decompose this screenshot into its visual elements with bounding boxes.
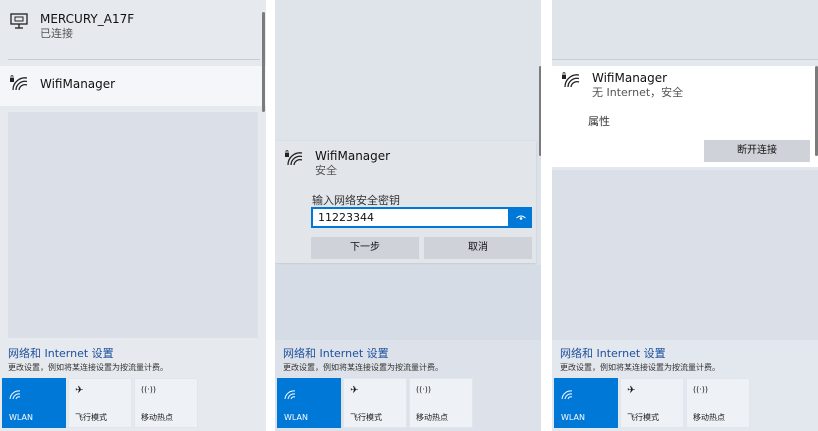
wifi-icon: [9, 385, 21, 404]
network-name: WifiManager: [40, 77, 116, 91]
tile-label: WLAN: [9, 413, 34, 422]
wifi-icon: [284, 385, 296, 404]
network-flyout-1: MERCURY_A17F 已连接 WifiManager 网络和 Interne…: [0, 0, 266, 431]
quick-action-tiles: WLAN ✈ 飞行模式 ((·)) 移动热点: [554, 378, 750, 428]
tile-airplane-mode[interactable]: ✈ 飞行模式: [68, 378, 132, 428]
tile-mobile-hotspot[interactable]: ((·)) 移动热点: [686, 378, 750, 428]
tile-label: WLAN: [284, 413, 309, 422]
network-name: WifiManager: [592, 71, 668, 85]
network-status: 已连接: [40, 27, 73, 40]
scrollbar[interactable]: [262, 12, 265, 112]
show-password-icon[interactable]: [510, 207, 532, 228]
tile-wlan[interactable]: WLAN: [554, 378, 618, 428]
tile-airplane-mode[interactable]: ✈ 飞行模式: [343, 378, 407, 428]
hotspot-icon: ((·)): [141, 385, 157, 394]
airplane-icon: ✈: [627, 385, 636, 396]
settings-title[interactable]: 网络和 Internet 设置: [560, 347, 810, 360]
tile-label: WLAN: [561, 413, 586, 422]
blurred-background: [275, 0, 541, 140]
network-flyout-3: WifiManager 无 Internet，安全 属性 断开连接 网络和 In…: [552, 0, 818, 431]
blurred-background: [275, 265, 541, 340]
network-name: WifiManager: [315, 149, 391, 163]
divider: [541, 0, 552, 431]
secured-wifi-icon: [8, 74, 30, 92]
network-item-wifimanager: WifiManager 安全: [275, 149, 536, 178]
next-button[interactable]: 下一步: [311, 237, 419, 259]
tile-airplane-mode[interactable]: ✈ 飞行模式: [620, 378, 684, 428]
tile-label: 移动热点: [693, 413, 725, 422]
network-flyout-2: WifiManager 安全 输入网络安全密钥 下一步 取消 网络和 Inter…: [275, 0, 541, 431]
tile-label: 移动热点: [416, 413, 448, 422]
tile-label: 飞行模式: [350, 413, 382, 422]
network-name: MERCURY_A17F: [40, 12, 135, 26]
tile-mobile-hotspot[interactable]: ((·)) 移动热点: [134, 378, 198, 428]
blurred-background: [552, 0, 818, 60]
wifi-icon: [561, 385, 573, 404]
airplane-icon: ✈: [75, 385, 84, 396]
hotspot-icon: ((·)): [416, 385, 432, 394]
tile-wlan[interactable]: WLAN: [277, 378, 341, 428]
settings-description: 更改设置，例如将某连接设置为按流量计费。: [283, 363, 443, 372]
secured-wifi-icon: [560, 71, 582, 89]
divider: [552, 59, 818, 60]
disconnect-button[interactable]: 断开连接: [704, 140, 810, 162]
airplane-icon: ✈: [350, 385, 359, 396]
quick-action-tiles: WLAN ✈ 飞行模式 ((·)) 移动热点: [277, 378, 473, 428]
password-input[interactable]: [311, 207, 510, 228]
network-item-wifimanager: WifiManager 无 Internet，安全: [552, 71, 818, 100]
blurred-background: [8, 112, 258, 338]
hotspot-icon: ((·)): [693, 385, 709, 394]
network-item-mercury[interactable]: MERCURY_A17F 已连接: [0, 12, 266, 58]
network-settings-link[interactable]: 网络和 Internet 设置 更改设置，例如将某连接设置为按流量计费。: [283, 347, 533, 373]
tile-label: 飞行模式: [75, 413, 107, 422]
quick-action-tiles: WLAN ✈ 飞行模式 ((·)) 移动热点: [2, 378, 198, 428]
network-status: 安全: [315, 164, 337, 177]
divider: [266, 0, 275, 431]
tile-mobile-hotspot[interactable]: ((·)) 移动热点: [409, 378, 473, 428]
properties-link[interactable]: 属性: [588, 113, 610, 129]
network-status: 无 Internet，安全: [592, 86, 684, 99]
network-settings-link[interactable]: 网络和 Internet 设置 更改设置，例如将某连接设置为按流量计费。: [8, 347, 258, 373]
settings-title[interactable]: 网络和 Internet 设置: [283, 347, 533, 360]
tile-label: 飞行模式: [627, 413, 659, 422]
tile-label: 移动热点: [141, 413, 173, 422]
tile-wlan[interactable]: WLAN: [2, 378, 66, 428]
settings-title[interactable]: 网络和 Internet 设置: [8, 347, 258, 360]
connected-network-card[interactable]: WifiManager 无 Internet，安全 属性 断开连接: [552, 66, 818, 167]
divider: [8, 59, 260, 60]
secured-wifi-icon: [283, 149, 305, 167]
cancel-button[interactable]: 取消: [424, 237, 532, 259]
network-item-wifimanager[interactable]: WifiManager: [0, 66, 266, 106]
network-settings-link[interactable]: 网络和 Internet 设置 更改设置，例如将某连接设置为按流量计费。: [560, 347, 810, 373]
password-prompt: WifiManager 安全 输入网络安全密钥 下一步 取消: [275, 141, 536, 263]
blurred-background: [552, 170, 818, 340]
settings-description: 更改设置，例如将某连接设置为按流量计费。: [560, 363, 720, 372]
ethernet-icon: [8, 12, 30, 30]
settings-description: 更改设置，例如将某连接设置为按流量计费。: [8, 363, 168, 372]
password-label: 输入网络安全密钥: [312, 194, 400, 207]
